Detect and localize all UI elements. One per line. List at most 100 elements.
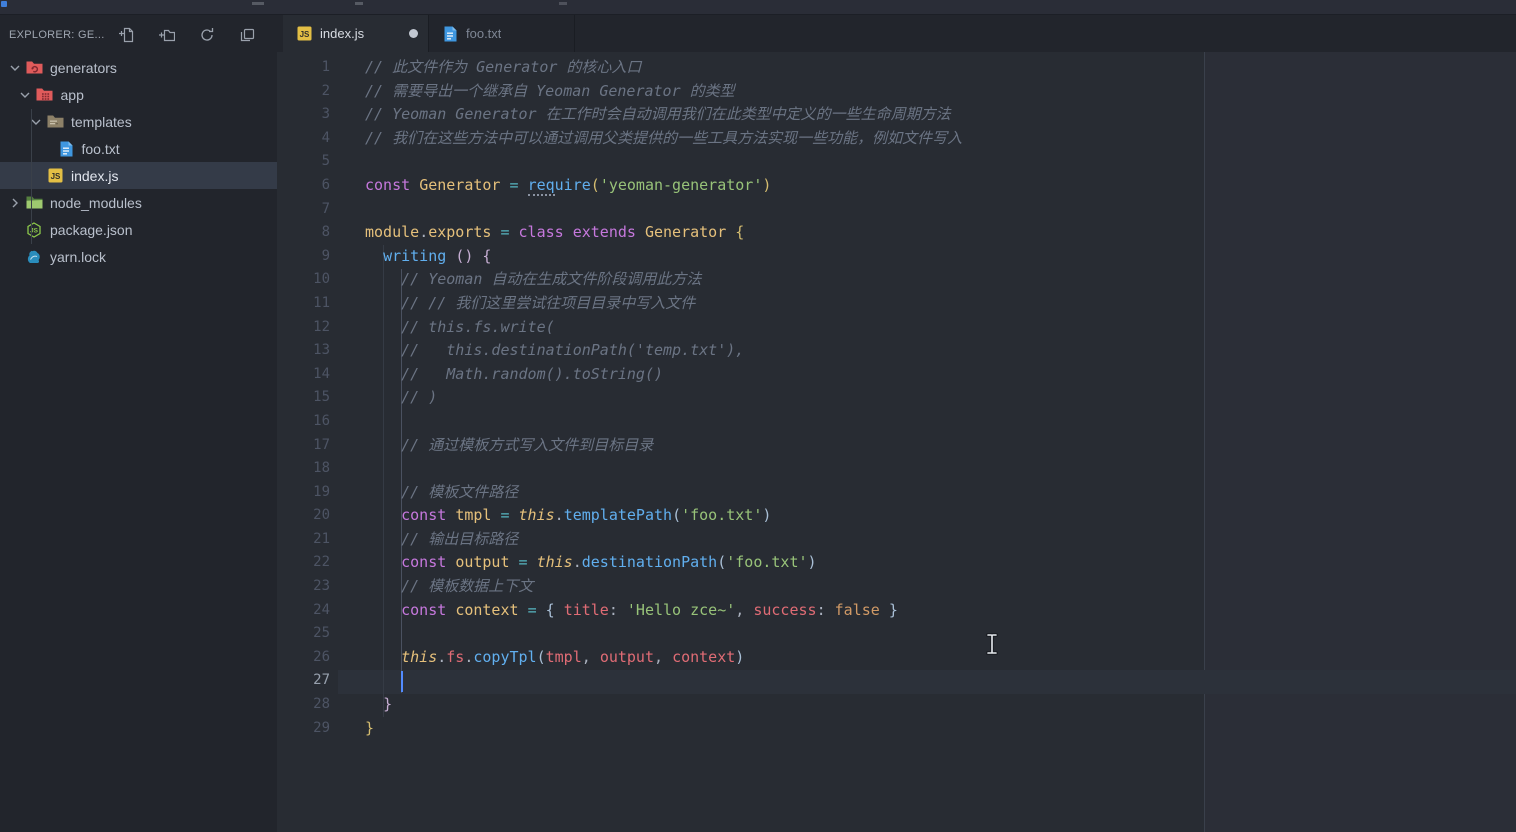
line-number[interactable]: 24 [277, 599, 330, 623]
code-line-27[interactable]: 27 [277, 669, 1516, 693]
line-number[interactable]: 9 [277, 245, 330, 269]
tab-foo.txt[interactable]: foo.txt [429, 15, 575, 52]
code-line-16[interactable]: 16 [277, 410, 1516, 434]
modified-indicator[interactable] [409, 29, 418, 38]
tree-folder-node_modules[interactable]: node_modules [0, 189, 277, 216]
tree-file-yarn.lock[interactable]: yarn.lock [0, 243, 277, 270]
line-number[interactable]: 18 [277, 457, 330, 481]
line-number[interactable]: 25 [277, 622, 330, 646]
code-line-text: // 此文件作为 Generator 的核心入口 [365, 58, 642, 76]
tree-item-label: templates [71, 113, 132, 130]
line-number[interactable]: 21 [277, 528, 330, 552]
code-line-text: // 模板数据上下文 [401, 577, 534, 596]
line-number[interactable]: 12 [277, 316, 330, 340]
code-line-19[interactable]: 19 // 模板文件路径 [277, 481, 1516, 505]
code-line-24[interactable]: 24 const context = { title: 'Hello zce~'… [277, 599, 1516, 623]
refresh-icon[interactable] [199, 27, 215, 43]
vscode-window: EXPLORER: GE... generators app templates fo… [0, 0, 1516, 832]
line-number[interactable]: 23 [277, 575, 330, 599]
code-line-1[interactable]: 1 // 此文件作为 Generator 的核心入口 [277, 56, 1516, 80]
tree-item-label: yarn.lock [50, 248, 107, 265]
chevron-down-icon[interactable] [4, 60, 25, 76]
line-number[interactable]: 19 [277, 481, 330, 505]
code-line-10[interactable]: 10 // Yeoman 自动在生成文件阶段调用此方法 [277, 268, 1516, 292]
line-number[interactable]: 17 [277, 434, 330, 458]
code-line-text: // 输出目标路径 [401, 529, 519, 548]
code-line-2[interactable]: 2 // 需要导出一个继承自 Yeoman Generator 的类型 [277, 80, 1516, 104]
line-number[interactable]: 6 [277, 174, 330, 198]
code-line-8[interactable]: 8 module.exports = class extends Generato… [277, 221, 1516, 245]
code-line-15[interactable]: 15 // ) [277, 386, 1516, 410]
line-number[interactable]: 29 [277, 717, 330, 741]
code-line-text: const Generator = require('yeoman-genera… [365, 175, 772, 196]
cropped-ui-fragment [559, 2, 567, 5]
code-line-6[interactable]: 6 const Generator = require('yeoman-gener… [277, 174, 1516, 198]
code-line-text: } [383, 695, 393, 714]
line-number[interactable]: 7 [277, 198, 330, 222]
code-line-9[interactable]: 9 writing () { [277, 245, 1516, 269]
code-line-11[interactable]: 11 // // 我们这里尝试往项目目录中写入文件 [277, 292, 1516, 316]
code-line-text: // 模板文件路径 [401, 482, 519, 501]
code-line-3[interactable]: 3 // Yeoman Generator 在工作时会自动调用我们在此类型中定义的… [277, 103, 1516, 127]
file-text-icon [57, 141, 75, 157]
tree-folder-templates[interactable]: templates [0, 108, 277, 135]
tab-index.js[interactable]: JS index.js [283, 15, 429, 52]
code-line-26[interactable]: 26 this.fs.copyTpl(tmpl, output, context… [277, 646, 1516, 670]
file-node-icon: JS [25, 221, 43, 238]
window-titlebar [0, 0, 1516, 15]
new-file-icon[interactable] [119, 27, 135, 43]
line-number[interactable]: 8 [277, 221, 330, 245]
code-line-23[interactable]: 23 // 模板数据上下文 [277, 575, 1516, 599]
tab-label: index.js [320, 26, 365, 41]
svg-text:JS: JS [299, 30, 309, 39]
line-number[interactable]: 28 [277, 693, 330, 717]
chevron-down-icon[interactable] [15, 87, 36, 103]
code-line-text: // Yeoman 自动在生成文件阶段调用此方法 [401, 270, 702, 289]
new-folder-icon[interactable] [159, 27, 175, 43]
code-line-14[interactable]: 14 // Math.random().toString() [277, 363, 1516, 387]
line-number[interactable]: 14 [277, 363, 330, 387]
tree-file-index.js[interactable]: JS index.js [0, 162, 277, 189]
chevron-down-icon[interactable] [25, 114, 46, 130]
code-line-28[interactable]: 28 } [277, 693, 1516, 717]
line-number[interactable]: 20 [277, 504, 330, 528]
line-number[interactable]: 11 [277, 292, 330, 316]
code-line-4[interactable]: 4 // 我们在这些方法中可以通过调用父类提供的一些工具方法实现一些功能，例如文件… [277, 127, 1516, 151]
code-line-7[interactable]: 7 [277, 198, 1516, 222]
code-line-18[interactable]: 18 [277, 457, 1516, 481]
code-line-22[interactable]: 22 const output = this.destinationPath('… [277, 551, 1516, 575]
line-number[interactable]: 1 [277, 56, 330, 80]
mouse-cursor-ibeam [985, 633, 999, 659]
folder-templates-icon [46, 114, 64, 130]
line-number[interactable]: 2 [277, 80, 330, 104]
line-number[interactable]: 22 [277, 551, 330, 575]
tree-item-label: app [60, 86, 84, 103]
code-line-13[interactable]: 13 // this.destinationPath('temp.txt'), [277, 339, 1516, 363]
line-number[interactable]: 16 [277, 410, 330, 434]
tree-folder-app[interactable]: app [0, 81, 277, 108]
line-number[interactable]: 15 [277, 386, 330, 410]
code-line-20[interactable]: 20 const tmpl = this.templatePath('foo.t… [277, 504, 1516, 528]
line-number[interactable]: 3 [277, 103, 330, 127]
code-line-21[interactable]: 21 // 输出目标路径 [277, 528, 1516, 552]
line-number[interactable]: 4 [277, 127, 330, 151]
code-line-text: const tmpl = this.templatePath('foo.txt'… [401, 506, 772, 525]
line-number[interactable]: 26 [277, 646, 330, 670]
code-editor[interactable]: 1 // 此文件作为 Generator 的核心入口 2 // 需要导出一个继承自 Y… [277, 52, 1516, 832]
code-line-17[interactable]: 17 // 通过模板方式写入文件到目标目录 [277, 434, 1516, 458]
chevron-right-icon[interactable] [4, 195, 25, 211]
code-line-29[interactable]: 29} [277, 717, 1516, 741]
code-line-12[interactable]: 12 // this.fs.write( [277, 316, 1516, 340]
line-number[interactable]: 13 [277, 339, 330, 363]
line-number[interactable]: 27 [277, 669, 330, 693]
code-line-5[interactable]: 5 [277, 150, 1516, 174]
line-number[interactable]: 10 [277, 268, 330, 292]
tree-folder-generators[interactable]: generators [0, 54, 277, 81]
cropped-ui-fragment [355, 2, 363, 5]
tree-file-package.json[interactable]: JS package.json [0, 216, 277, 243]
collapse-all-icon[interactable] [239, 27, 255, 43]
tree-file-foo.txt[interactable]: foo.txt [0, 135, 277, 162]
line-number[interactable]: 5 [277, 150, 330, 174]
code-line-25[interactable]: 25 [277, 622, 1516, 646]
